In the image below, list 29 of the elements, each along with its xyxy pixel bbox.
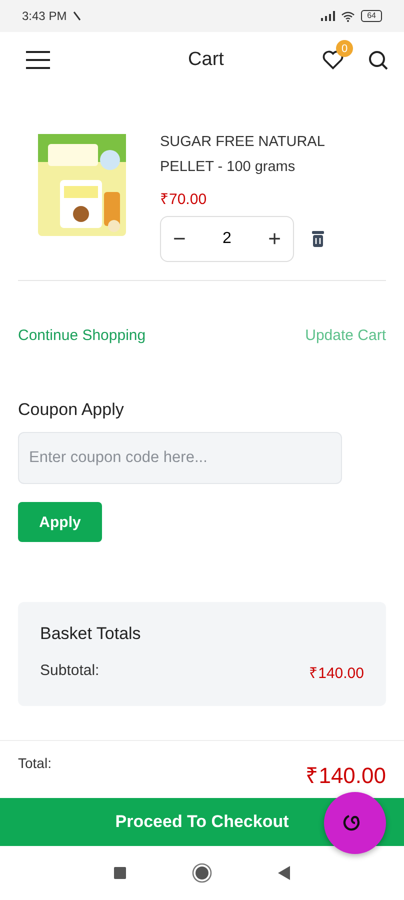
basket-totals-title: Basket Totals	[40, 624, 142, 644]
coupon-heading: Coupon Apply	[18, 400, 125, 420]
chat-button[interactable]	[324, 792, 386, 854]
wifi-icon	[341, 10, 356, 22]
delete-button[interactable]	[310, 230, 326, 248]
back-icon[interactable]	[278, 866, 290, 880]
product-name: SUGAR FREE NATURAL PELLET - 100 grams	[160, 133, 326, 177]
status-time: 3:43 PM	[22, 9, 67, 23]
signal-icon	[321, 11, 336, 21]
continue-shopping-link[interactable]: Continue Shopping	[18, 327, 146, 344]
home-icon[interactable]	[192, 863, 212, 883]
wishlist-button[interactable]	[322, 50, 344, 70]
total-value: ₹140.00	[306, 762, 386, 790]
increment-button[interactable]: +	[264, 226, 285, 252]
update-cart-link[interactable]: Update Cart	[305, 327, 386, 344]
product-price: ₹70.00	[160, 190, 208, 208]
apply-button[interactable]: Apply	[18, 502, 102, 542]
coupon-input-field[interactable]: Enter coupon code here...	[18, 432, 342, 484]
page-title: Cart	[188, 49, 224, 71]
subtotal-label: Subtotal:	[40, 662, 100, 681]
menu-button[interactable]	[26, 51, 50, 69]
wishlist-count-badge: 0	[336, 40, 353, 57]
quantity-value: 2	[222, 230, 232, 248]
search-button[interactable]	[368, 50, 388, 70]
decrement-button[interactable]: −	[169, 226, 190, 252]
battery-icon: 64	[361, 10, 382, 22]
signal-off-icon	[72, 11, 81, 21]
subtotal-value: ₹140.00	[309, 664, 364, 682]
total-label: Total:	[18, 755, 52, 773]
